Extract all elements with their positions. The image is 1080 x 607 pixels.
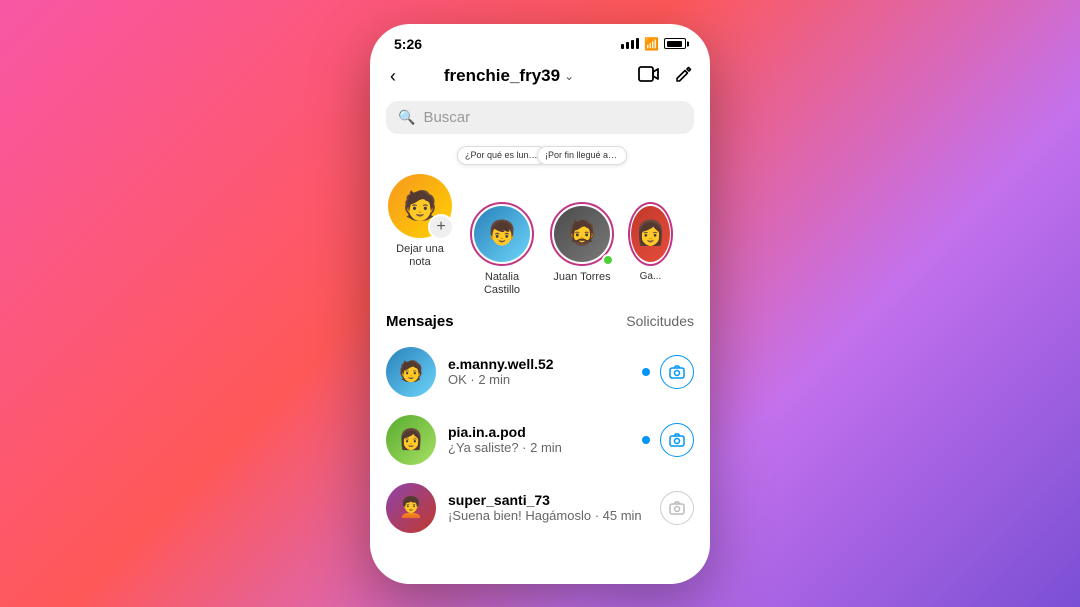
compose-icon[interactable]	[674, 64, 694, 89]
video-icon[interactable]	[638, 65, 660, 88]
msg-avatar-santi: 🧑‍🦱	[386, 483, 436, 533]
signal-icon	[621, 38, 639, 49]
username-text: frenchie_fry39	[444, 66, 560, 86]
camera-button-santi[interactable]	[660, 491, 694, 525]
story-avatar-wrap-partial: 👩	[628, 202, 673, 266]
story-avatar-natalia: 👦	[470, 202, 534, 266]
msg-username-pia: pia.in.a.pod	[448, 424, 630, 440]
msg-avatar-pia: 👩	[386, 415, 436, 465]
msg-preview-pia: ¿Ya saliste? · 2 min	[448, 440, 630, 455]
story-label-natalia: Natalia Castillo	[468, 271, 536, 297]
story-avatar-partial: 👩	[628, 202, 673, 266]
story-avatar-wrap-note: 🧑 +	[388, 174, 452, 238]
wifi-icon: 📶	[644, 37, 659, 51]
note-bubble-juan: ¡Por fin llegué a Nueva York! ❤️	[537, 146, 627, 165]
msg-preview-santi: ¡Suena bien! Hagámoslo · 45 min	[448, 508, 648, 523]
story-label-note: Dejar una nota	[386, 243, 454, 269]
battery-icon	[664, 38, 686, 49]
messages-header: Mensajes Solicitudes	[370, 309, 710, 338]
message-row-emanny[interactable]: 🧑 e.manny.well.52 OK · 2 min	[370, 338, 710, 406]
msg-content-emanny: e.manny.well.52 OK · 2 min	[448, 356, 630, 387]
phone-shell: 5:26 📶 ‹ frenchie_fry39 ⌄	[370, 24, 710, 584]
search-bar[interactable]: 🔍 Buscar	[386, 101, 694, 134]
message-list: 🧑 e.manny.well.52 OK · 2 min	[370, 338, 710, 542]
msg-username-emanny: e.manny.well.52	[448, 356, 630, 372]
message-row-santi[interactable]: 🧑‍🦱 super_santi_73 ¡Suena bien! Hagámosl…	[370, 474, 710, 542]
msg-actions-santi	[660, 491, 694, 525]
header-icons	[638, 64, 694, 89]
msg-content-pia: pia.in.a.pod ¿Ya saliste? · 2 min	[448, 424, 630, 455]
messages-title: Mensajes	[386, 313, 454, 330]
msg-actions-pia	[642, 423, 694, 457]
story-item-natalia[interactable]: ¿Por qué es lunes mañana? 😏 👦 Natalia Ca…	[468, 174, 536, 297]
story-label-juan: Juan Torres	[553, 271, 610, 284]
story-avatar-wrap-juan: 🧔	[550, 202, 614, 266]
camera-button-emanny[interactable]	[660, 355, 694, 389]
chevron-down-icon[interactable]: ⌄	[564, 69, 574, 83]
status-time: 5:26	[394, 36, 422, 52]
online-dot-juan	[602, 254, 614, 266]
story-label-partial: Ga...	[640, 271, 662, 283]
story-item-partial[interactable]: ¿No... 👩 Ga...	[628, 174, 673, 297]
story-item-note[interactable]: 🧑 + Dejar una nota	[386, 174, 454, 297]
add-note-button[interactable]: +	[428, 214, 454, 240]
unread-dot-emanny	[642, 368, 650, 376]
header: ‹ frenchie_fry39 ⌄	[370, 58, 710, 97]
story-avatar-wrap-natalia: 👦	[470, 202, 534, 266]
username-row: frenchie_fry39 ⌄	[388, 66, 630, 86]
search-placeholder: Buscar	[423, 109, 470, 126]
stories-scroll-container: 🧑 + Dejar una nota ¿Por qué es lunes mañ…	[370, 144, 710, 309]
message-row-pia[interactable]: 👩 pia.in.a.pod ¿Ya saliste? · 2 min	[370, 406, 710, 474]
unread-dot-pia	[642, 436, 650, 444]
search-bar-container: 🔍 Buscar	[370, 97, 710, 144]
msg-content-santi: super_santi_73 ¡Suena bien! Hagámoslo · …	[448, 492, 648, 523]
search-icon: 🔍	[398, 109, 415, 126]
solicitudes-button[interactable]: Solicitudes	[626, 313, 694, 329]
msg-preview-emanny: OK · 2 min	[448, 372, 630, 387]
msg-avatar-emanny: 🧑	[386, 347, 436, 397]
story-item-juan[interactable]: ¡Por fin llegué a Nueva York! ❤️ 🧔 Juan …	[550, 174, 614, 297]
messages-section: Mensajes Solicitudes 🧑 e.manny.well.52 O…	[370, 309, 710, 584]
msg-username-santi: super_santi_73	[448, 492, 648, 508]
status-bar: 5:26 📶	[370, 24, 710, 58]
camera-button-pia[interactable]	[660, 423, 694, 457]
msg-actions-emanny	[642, 355, 694, 389]
note-bubble-natalia: ¿Por qué es lunes mañana? 😏	[457, 146, 547, 165]
status-icons: 📶	[621, 37, 686, 51]
